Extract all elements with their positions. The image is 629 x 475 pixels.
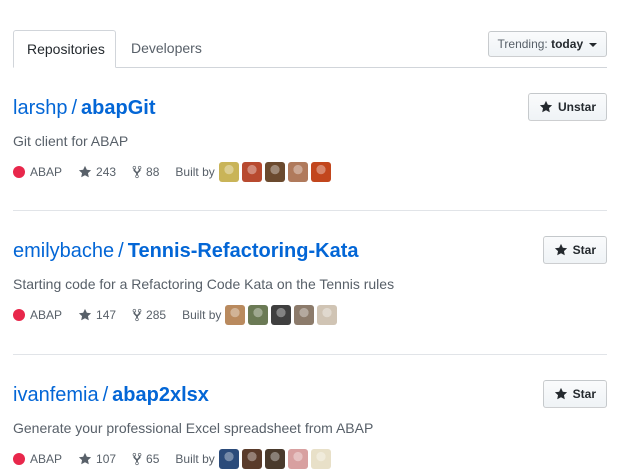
trending-dropdown[interactable]: Trending: today (488, 31, 607, 57)
star-icon (78, 165, 92, 178)
built-by-label: Built by (182, 308, 222, 322)
built-by: Built by (175, 162, 333, 182)
repo-name: Tennis-Refactoring-Kata (127, 240, 359, 262)
repo-separator: / (71, 97, 78, 119)
caret-down-icon (589, 42, 598, 47)
language-label: ABAP (30, 165, 63, 179)
forks-link[interactable]: 65 (132, 452, 159, 466)
built-by: Built by (182, 305, 340, 325)
repo-meta: ABAP 243 88 Built by (13, 162, 334, 182)
stars-count: 147 (96, 308, 117, 322)
tab-repositories[interactable]: Repositories (13, 30, 116, 68)
avatar[interactable] (225, 305, 246, 325)
forks-count: 65 (146, 452, 160, 466)
language-label: ABAP (30, 452, 63, 466)
repo-owner: larshp (13, 97, 68, 119)
repo-description: Git client for ABAP (13, 133, 129, 149)
repo-meta: ABAP 147 285 Built by (13, 305, 340, 325)
repo-title-link[interactable]: larshp / abapGit (13, 95, 156, 121)
stars-count: 107 (96, 452, 117, 466)
star-icon (539, 100, 553, 113)
fork-icon (132, 452, 142, 466)
language-color-dot (13, 309, 25, 321)
avatar[interactable] (264, 449, 285, 469)
star-button-label: Star (572, 243, 596, 257)
avatar[interactable] (264, 162, 285, 182)
repo-owner: ivanfemia (13, 384, 99, 406)
star-icon (78, 452, 92, 465)
avatar[interactable] (310, 162, 331, 182)
star-button-label: Star (572, 387, 596, 401)
divider (13, 354, 607, 355)
repo-language: ABAP (13, 308, 62, 322)
star-button[interactable]: Star (542, 236, 607, 264)
avatar[interactable] (218, 162, 239, 182)
forks-link[interactable]: 285 (132, 308, 166, 322)
language-color-dot (13, 166, 25, 178)
language-color-dot (13, 453, 25, 465)
repo-description: Starting code for a Refactoring Code Kat… (13, 276, 395, 292)
forks-count: 88 (146, 165, 160, 179)
avatar[interactable] (218, 449, 239, 469)
avatar[interactable] (310, 449, 331, 469)
repo-name: abap2xlsx (112, 384, 209, 406)
built-by-label: Built by (175, 165, 215, 179)
avatar[interactable] (271, 305, 292, 325)
fork-icon (132, 165, 142, 179)
avatar[interactable] (287, 449, 308, 469)
avatar[interactable] (241, 449, 262, 469)
stars-link[interactable]: 107 (78, 452, 116, 466)
trending-value: today (551, 37, 584, 51)
avatar[interactable] (317, 305, 338, 325)
unstar-button[interactable]: Unstar (527, 93, 607, 121)
repo-language: ABAP (13, 452, 62, 466)
tab-developers[interactable]: Developers (118, 30, 215, 67)
stars-link[interactable]: 243 (78, 165, 116, 179)
star-button[interactable]: Star (542, 380, 607, 408)
repo-owner: emilybache (13, 240, 115, 262)
star-icon (554, 387, 567, 400)
star-icon (78, 308, 92, 321)
star-icon (554, 243, 567, 256)
stars-link[interactable]: 147 (78, 308, 116, 322)
forks-link[interactable]: 88 (132, 165, 159, 179)
repo-separator: / (102, 384, 109, 406)
star-button-label: Unstar (557, 100, 596, 114)
built-by: Built by (175, 449, 333, 469)
built-by-label: Built by (175, 452, 215, 466)
avatar[interactable] (248, 305, 269, 325)
repo-language: ABAP (13, 165, 62, 179)
fork-icon (132, 308, 142, 322)
divider (13, 210, 607, 211)
trending-label: Trending: (497, 37, 548, 51)
avatar[interactable] (241, 162, 262, 182)
repo-description: Generate your professional Excel spreads… (13, 420, 374, 436)
language-label: ABAP (30, 308, 63, 322)
avatar[interactable] (294, 305, 315, 325)
stars-count: 243 (96, 165, 117, 179)
repo-meta: ABAP 107 65 Built by (13, 449, 334, 469)
repo-name: abapGit (81, 97, 156, 119)
repo-separator: / (118, 240, 124, 262)
forks-count: 285 (146, 308, 167, 322)
repo-title-link[interactable]: emilybache / Tennis-Refactoring-Kata (13, 238, 359, 264)
repo-title-link[interactable]: ivanfemia / abap2xlsx (13, 382, 209, 408)
avatar[interactable] (287, 162, 308, 182)
